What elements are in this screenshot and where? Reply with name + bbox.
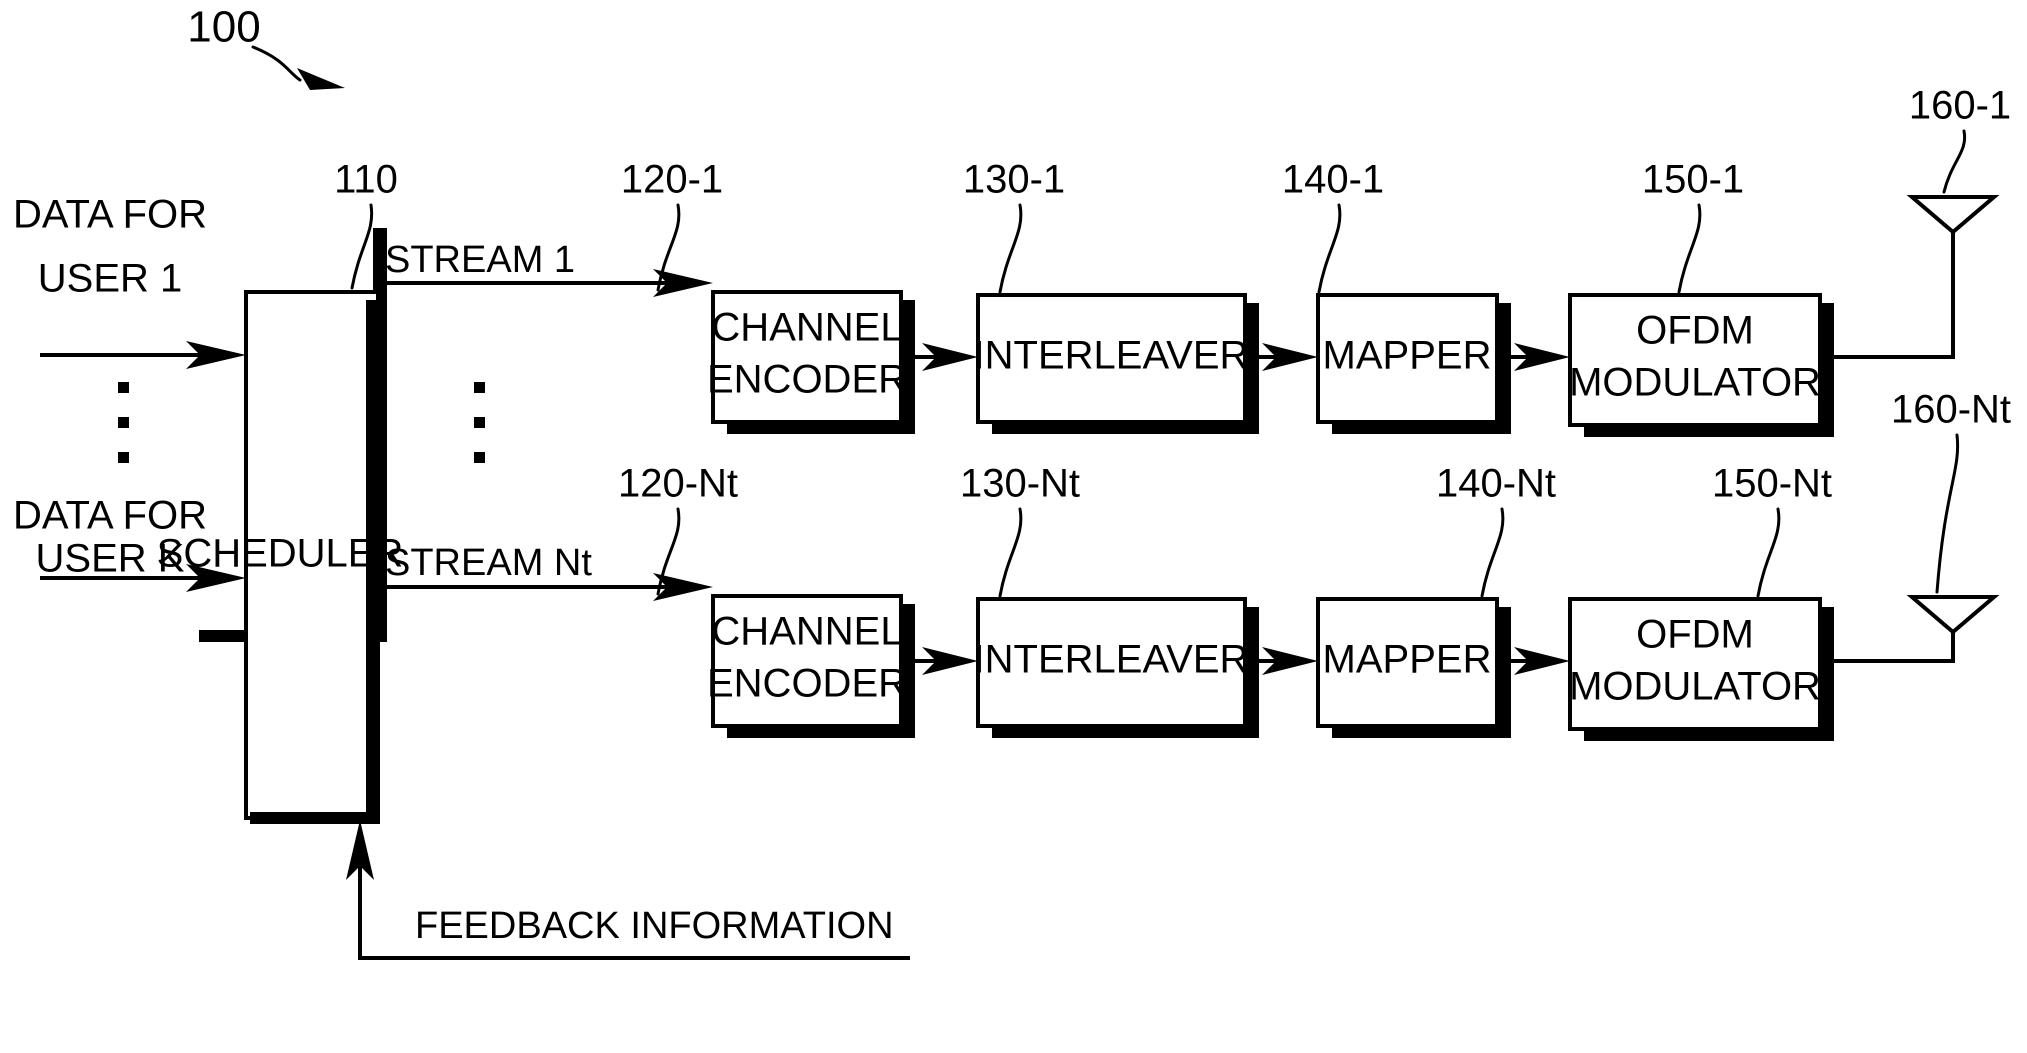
figure-root: 100 DATA FOR USER 1 DATA FOR USER K SCHE… bbox=[0, 0, 2027, 1053]
wire-il-to-mp-1 bbox=[1259, 343, 1318, 371]
ref-label: 130-1 bbox=[963, 158, 1065, 202]
block-label-line1: OFDM bbox=[1636, 309, 1754, 353]
block-interleaver-1[interactable]: INTERLEAVER bbox=[974, 293, 1259, 434]
ref-140-nt-group: 140-Nt bbox=[1436, 462, 1556, 598]
block-label-line1: OFDM bbox=[1636, 613, 1754, 657]
ref-150-nt-group: 150-Nt bbox=[1712, 462, 1832, 598]
ellipsis-dot bbox=[474, 382, 485, 393]
block-label-line2: ENCODER bbox=[707, 358, 907, 402]
stream-1-label: STREAM 1 bbox=[385, 239, 575, 281]
ref-label: 160-Nt bbox=[1891, 388, 2011, 432]
stream-nt-label: STREAM Nt bbox=[385, 542, 592, 584]
ellipsis-dot bbox=[118, 417, 129, 428]
ref-label: 130-Nt bbox=[960, 462, 1080, 506]
figure-ref-100-label: 100 bbox=[187, 3, 260, 52]
wire-ce-to-il-1 bbox=[915, 343, 978, 371]
block-mapper-1[interactable]: MAPPER bbox=[1316, 293, 1511, 434]
block-channel-encoder-nt[interactable]: CHANNEL ENCODER bbox=[707, 594, 915, 738]
input-data-for-user-1-group: DATA FOR USER 1 bbox=[13, 193, 246, 369]
ref-130-1-group: 130-1 bbox=[963, 158, 1065, 294]
wire-mp-to-ofdm-1 bbox=[1511, 343, 1570, 371]
feedback-label: FEEDBACK INFORMATION bbox=[415, 905, 894, 947]
antenna-nt-feed-wire bbox=[1834, 631, 1955, 663]
block-label-line1: INTERLEAVER bbox=[974, 334, 1249, 378]
ref-150-1-group: 150-1 bbox=[1642, 158, 1744, 294]
figure-ref-100-leader bbox=[251, 45, 302, 82]
figure-ref-100-arrowhead bbox=[297, 68, 345, 90]
ref-110-leader bbox=[350, 203, 374, 290]
ref-label: 140-1 bbox=[1282, 158, 1384, 202]
input-1-label-line2: USER 1 bbox=[38, 257, 183, 301]
block-ofdm-modulator-1[interactable]: OFDM MODULATOR bbox=[1568, 293, 1834, 437]
ref-label: 120-1 bbox=[621, 158, 723, 202]
wire-mp-to-ofdm-nt bbox=[1511, 647, 1570, 675]
feedback-path-group: FEEDBACK INFORMATION bbox=[346, 820, 910, 960]
block-channel-encoder-1[interactable]: CHANNEL ENCODER bbox=[707, 290, 915, 434]
patent-figure-diagram: 100 DATA FOR USER 1 DATA FOR USER K SCHE… bbox=[13, 3, 2011, 960]
ref-leader bbox=[998, 507, 1023, 598]
ellipsis-dot bbox=[118, 382, 129, 393]
stream-ellipsis bbox=[474, 382, 485, 463]
block-label-line2: MODULATOR bbox=[1569, 361, 1821, 405]
ref-leader bbox=[1317, 203, 1342, 294]
ref-label: 140-Nt bbox=[1436, 462, 1556, 506]
antenna-icon bbox=[1906, 595, 2000, 635]
block-label-line1: CHANNEL bbox=[711, 306, 902, 350]
block-label-line1: CHANNEL bbox=[711, 610, 902, 654]
antenna-icon bbox=[1906, 195, 2000, 235]
wire-il-to-mp-nt bbox=[1259, 647, 1318, 675]
antenna-nt-group: 160-Nt bbox=[1834, 388, 2011, 663]
input-ellipsis bbox=[118, 382, 129, 463]
block-label-line1: INTERLEAVER bbox=[974, 638, 1249, 682]
block-ofdm-modulator-nt[interactable]: OFDM MODULATOR bbox=[1568, 597, 1834, 741]
ellipsis-dot bbox=[474, 452, 485, 463]
ellipsis-dot bbox=[118, 452, 129, 463]
ref-label: 150-Nt bbox=[1712, 462, 1832, 506]
ref-leader bbox=[1480, 507, 1505, 598]
antenna-1-group: 160-1 bbox=[1834, 84, 2011, 359]
ref-140-1-group: 140-1 bbox=[1282, 158, 1384, 294]
block-interleaver-nt[interactable]: INTERLEAVER bbox=[974, 597, 1259, 738]
input-1-label-line1: DATA FOR bbox=[13, 193, 207, 237]
block-mapper-nt[interactable]: MAPPER bbox=[1316, 597, 1511, 738]
ref-leader bbox=[1935, 433, 1960, 594]
ref-label: 150-1 bbox=[1642, 158, 1744, 202]
ref-120-nt-group: 120-Nt bbox=[618, 462, 738, 596]
ref-110-label: 110 bbox=[334, 158, 398, 202]
ref-130-nt-group: 130-Nt bbox=[960, 462, 1080, 598]
block-label-line1: MAPPER bbox=[1323, 334, 1492, 378]
ref-leader bbox=[1942, 129, 1967, 194]
wire-ce-to-il-nt bbox=[915, 647, 978, 675]
ref-label: 120-Nt bbox=[618, 462, 738, 506]
block-label-line2: ENCODER bbox=[707, 662, 907, 706]
antenna-1-feed-wire bbox=[1834, 230, 1955, 359]
ref-120-1-group: 120-1 bbox=[621, 158, 723, 292]
ref-label: 160-1 bbox=[1909, 84, 2011, 128]
ellipsis-dot bbox=[474, 417, 485, 428]
figure-ref-100-group: 100 bbox=[187, 3, 345, 90]
ref-leader bbox=[1677, 203, 1702, 294]
block-label-line2: MODULATOR bbox=[1569, 665, 1821, 709]
block-label-line1: MAPPER bbox=[1323, 638, 1492, 682]
scheduler-label: SCHEDULER bbox=[157, 532, 404, 576]
ref-leader bbox=[998, 203, 1023, 294]
ref-leader bbox=[1756, 507, 1781, 598]
